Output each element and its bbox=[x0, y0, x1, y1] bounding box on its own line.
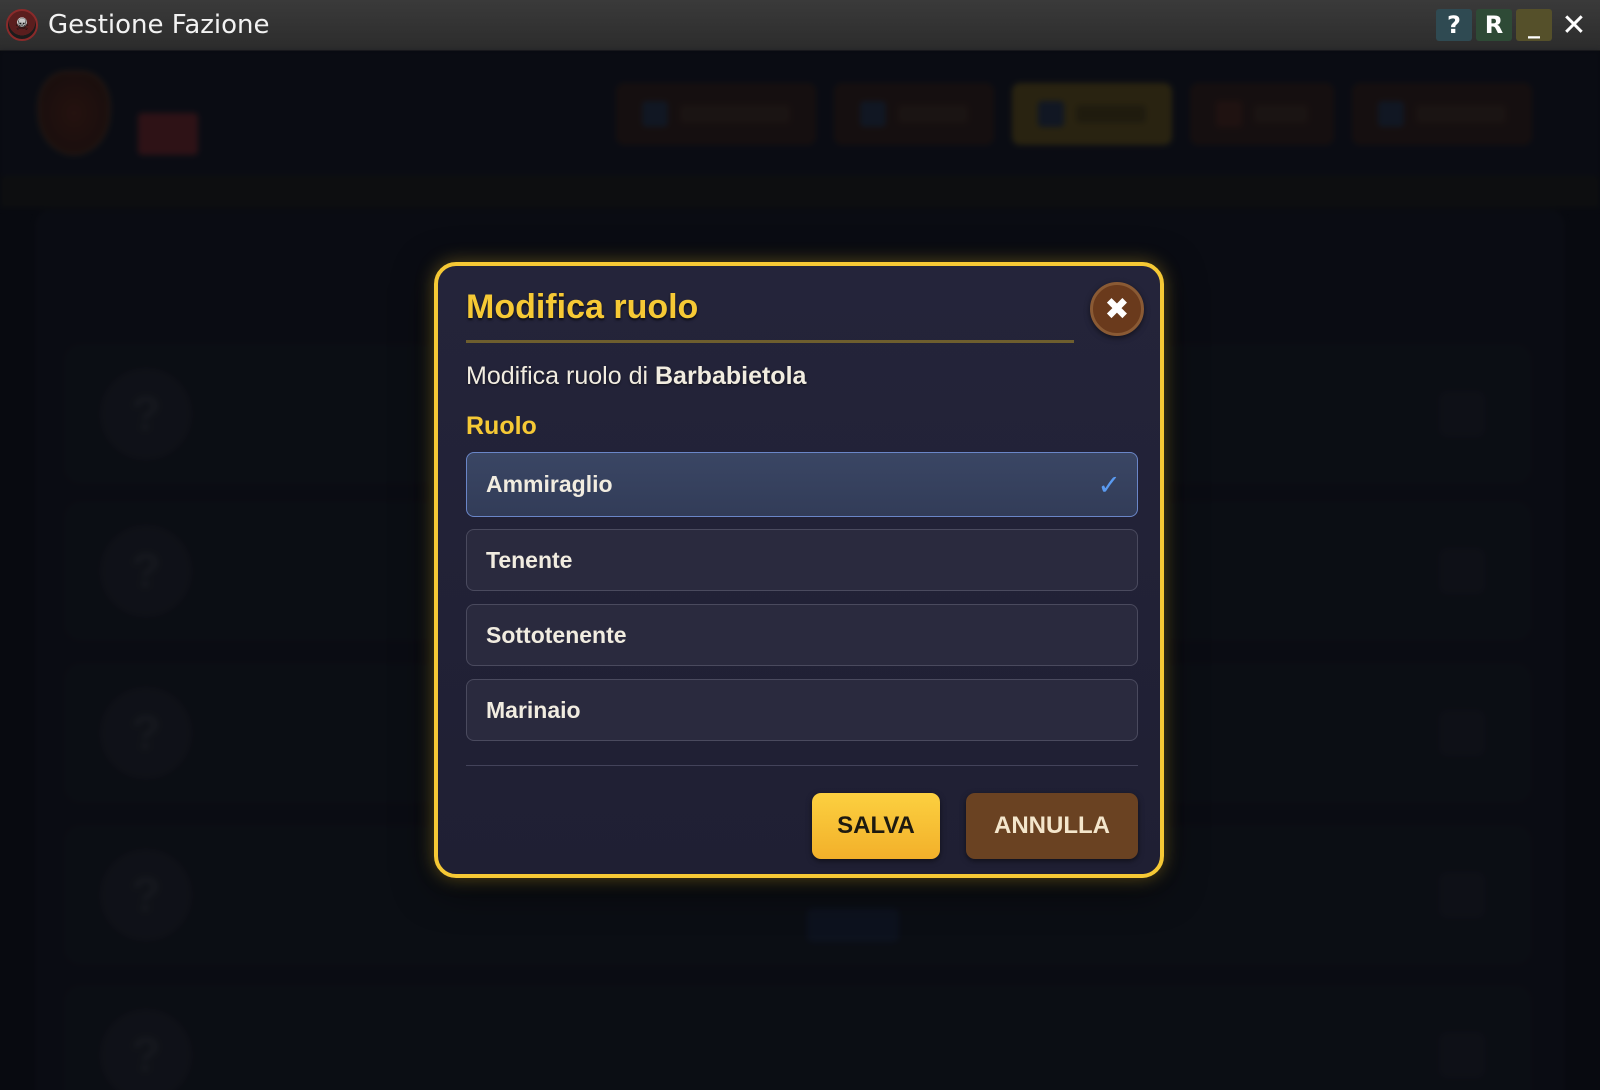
role-field-label: Ruolo bbox=[466, 412, 537, 440]
role-option-label: Sottotenente bbox=[486, 621, 627, 648]
dialog-title: Modifica ruolo bbox=[466, 288, 699, 326]
reset-button[interactable]: R bbox=[1476, 9, 1512, 41]
role-option-label: Marinaio bbox=[486, 696, 581, 723]
member-name: Barbabietola bbox=[654, 362, 807, 390]
close-window-button[interactable]: ✕ bbox=[1556, 8, 1592, 43]
window-titlebar: ☠ Gestione Fazione ? R _ ✕ bbox=[0, 0, 1600, 51]
footer-divider bbox=[466, 765, 1138, 766]
dialog-close-button[interactable]: ✖ bbox=[1090, 282, 1144, 336]
dialog-subtitle: Modifica ruolo di Barbabietola bbox=[466, 362, 806, 391]
title-underline bbox=[466, 340, 1074, 343]
role-option-ammiraglio[interactable]: Ammiraglio ✓ bbox=[466, 452, 1138, 517]
window-controls: ? R _ ✕ bbox=[1436, 8, 1592, 43]
role-option-tenente[interactable]: Tenente bbox=[466, 529, 1138, 591]
minimize-button[interactable]: _ bbox=[1516, 9, 1552, 41]
subtitle-prefix: Modifica ruolo di bbox=[466, 362, 649, 390]
check-icon: ✓ bbox=[1097, 468, 1121, 501]
save-button[interactable]: SALVA bbox=[812, 793, 940, 859]
close-icon: ✖ bbox=[1104, 292, 1130, 326]
role-option-marinaio[interactable]: Marinaio bbox=[466, 679, 1138, 741]
role-option-label: Tenente bbox=[486, 546, 573, 573]
role-option-label: Ammiraglio bbox=[486, 471, 613, 497]
help-button[interactable]: ? bbox=[1436, 9, 1472, 41]
role-option-sottotenente[interactable]: Sottotenente bbox=[466, 604, 1138, 666]
window-title: Gestione Fazione bbox=[48, 10, 270, 40]
edit-role-dialog: Modifica ruolo ✖ Modifica ruolo di Barba… bbox=[434, 262, 1164, 878]
role-options-list: Ammiraglio ✓ Tenente Sottotenente Marina… bbox=[466, 452, 1138, 754]
cancel-button[interactable]: ANNULLA bbox=[966, 793, 1138, 859]
skull-app-icon: ☠ bbox=[6, 9, 38, 41]
